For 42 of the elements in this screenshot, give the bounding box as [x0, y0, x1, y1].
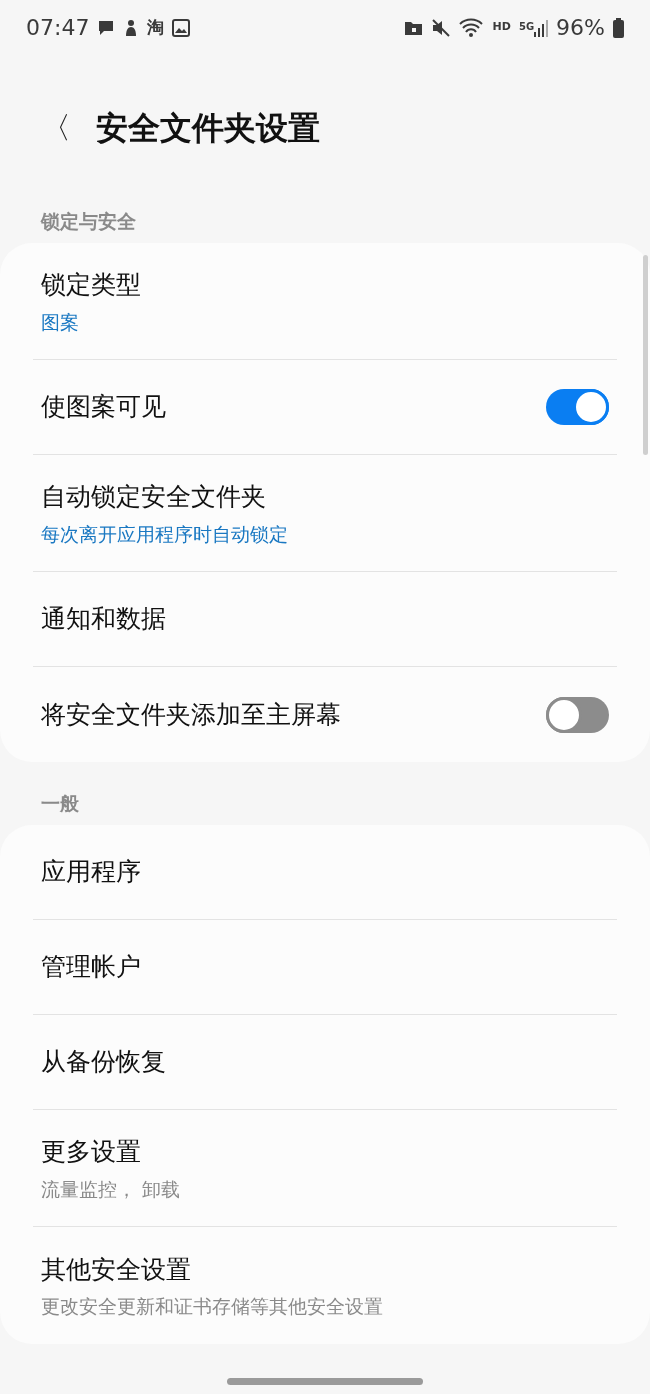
wifi-icon: [458, 17, 485, 38]
setting-title: 从备份恢复: [41, 1046, 166, 1079]
settings-row[interactable]: 通知和数据: [33, 572, 617, 667]
setting-title: 更多设置: [41, 1136, 142, 1168]
back-button[interactable]: 〈: [38, 105, 74, 150]
settings-row[interactable]: 自动锁定安全文件夹 每次离开应用程序时自动锁定: [33, 455, 617, 572]
setting-title: 自动锁定安全文件夹: [41, 481, 267, 513]
clock: 07:47: [26, 14, 90, 42]
generation-label: 5G: [518, 19, 535, 34]
toggle-switch[interactable]: [546, 389, 609, 425]
mute-icon: [430, 18, 451, 37]
settings-row[interactable]: 锁定类型 图案: [33, 243, 617, 360]
setting-title: 应用程序: [41, 856, 141, 889]
settings-row[interactable]: 其他安全设置 更改安全更新和证书存储等其他安全设置: [33, 1227, 617, 1344]
section-header: 锁定与安全: [39, 209, 137, 235]
section-header: 一般: [40, 791, 80, 817]
battery-percent: 96%: [556, 14, 605, 42]
setting-summary: 流量监控， 卸载: [41, 1176, 181, 1202]
page-title: 安全文件夹设置: [96, 107, 320, 149]
settings-row[interactable]: 使图案可见: [33, 360, 617, 455]
setting-title: 使图案可见: [41, 391, 166, 424]
network-label: HD: [492, 19, 511, 36]
settings-row[interactable]: 应用程序: [33, 825, 617, 920]
chat-icon: [97, 18, 116, 37]
setting-title: 将安全文件夹添加至主屏幕: [41, 698, 341, 731]
setting-title: 通知和数据: [41, 603, 166, 636]
battery-icon: [613, 17, 624, 38]
setting-summary: 更改安全更新和证书存储等其他安全设置: [41, 1294, 383, 1319]
settings-row[interactable]: 管理帐户: [33, 920, 617, 1015]
signal-icon: [534, 18, 549, 37]
toggle-switch[interactable]: [546, 696, 609, 733]
lock-folder-icon: [403, 19, 423, 36]
setting-summary: 图案: [41, 309, 80, 335]
app-glyph: 淘: [147, 15, 165, 39]
settings-row[interactable]: 从备份恢复: [33, 1015, 617, 1110]
setting-title: 锁定类型: [41, 269, 141, 301]
settings-row[interactable]: 将安全文件夹添加至主屏幕: [33, 667, 617, 762]
settings-row[interactable]: 更多设置 流量监控， 卸载: [33, 1110, 617, 1227]
setting-summary: 每次离开应用程序时自动锁定: [41, 521, 288, 547]
image-icon: [172, 18, 191, 37]
setting-title: 其他安全设置: [41, 1253, 192, 1286]
setting-title: 管理帐户: [41, 951, 141, 984]
